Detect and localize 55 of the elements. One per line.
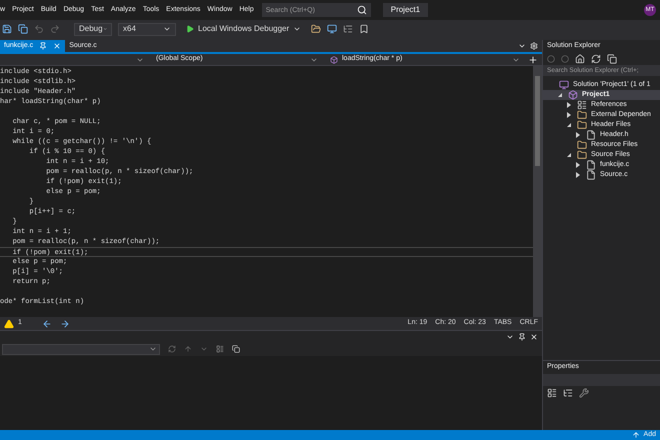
settings-icon[interactable] bbox=[530, 42, 538, 50]
undo-icon[interactable] bbox=[34, 24, 44, 34]
expanded-arrow-icon[interactable] bbox=[567, 123, 571, 127]
folder-icon bbox=[577, 110, 587, 120]
collapsed-arrow-icon[interactable] bbox=[567, 102, 571, 108]
scrollbar[interactable] bbox=[533, 66, 542, 317]
sync-icon[interactable] bbox=[591, 54, 601, 64]
collapsed-arrow-icon[interactable] bbox=[567, 112, 571, 118]
folder-icon[interactable] bbox=[311, 24, 322, 34]
file-icon bbox=[586, 170, 596, 180]
wrap-icon[interactable] bbox=[216, 345, 224, 353]
folder-icon bbox=[577, 150, 587, 160]
search-icon[interactable] bbox=[356, 5, 367, 15]
bookmark-icon[interactable] bbox=[359, 24, 370, 34]
upload-icon bbox=[632, 431, 640, 439]
collapsed-arrow-icon[interactable] bbox=[576, 172, 580, 178]
down-icon[interactable] bbox=[200, 345, 208, 353]
cube-icon bbox=[330, 56, 338, 64]
collapsed-arrow-icon[interactable] bbox=[576, 132, 580, 138]
up-icon[interactable] bbox=[184, 345, 192, 353]
copy-icon[interactable] bbox=[232, 345, 240, 353]
save-all-icon[interactable] bbox=[18, 24, 28, 34]
file-icon bbox=[586, 160, 596, 170]
collapsed-arrow-icon[interactable] bbox=[576, 162, 580, 168]
project-icon bbox=[568, 90, 578, 100]
pin-icon[interactable] bbox=[518, 332, 526, 340]
solution-icon bbox=[559, 80, 569, 90]
references-icon bbox=[577, 100, 587, 110]
warning-icon bbox=[4, 318, 14, 328]
categorized-icon[interactable] bbox=[547, 388, 557, 398]
folder-icon bbox=[577, 140, 587, 150]
configuration-dropdown[interactable]: Debug bbox=[74, 22, 112, 36]
project-title: Project1 bbox=[382, 3, 428, 17]
file-icon bbox=[586, 130, 596, 140]
dropdown-icon[interactable] bbox=[518, 42, 526, 50]
caret-icon bbox=[149, 345, 157, 353]
alphabetical-icon[interactable] bbox=[563, 388, 573, 398]
save-icon[interactable] bbox=[2, 24, 12, 34]
collapse-icon[interactable] bbox=[607, 54, 617, 64]
caret-icon bbox=[163, 25, 171, 33]
expanded-arrow-icon[interactable] bbox=[567, 153, 571, 157]
redo-icon[interactable] bbox=[50, 24, 60, 34]
expanded-arrow-icon[interactable] bbox=[558, 93, 562, 97]
window-icon[interactable] bbox=[327, 24, 338, 34]
run-button[interactable]: Local Windows Debugger bbox=[182, 23, 306, 35]
caret-icon bbox=[293, 25, 302, 33]
platform-dropdown[interactable]: x64 bbox=[118, 22, 176, 36]
hierarchy-icon[interactable] bbox=[343, 24, 354, 34]
caret-icon bbox=[102, 25, 107, 33]
wrench-icon[interactable] bbox=[579, 388, 589, 398]
folder-icon bbox=[577, 120, 587, 130]
split-icon[interactable] bbox=[528, 54, 538, 64]
close-icon[interactable] bbox=[530, 332, 538, 340]
home-icon[interactable] bbox=[575, 54, 585, 64]
play-icon bbox=[186, 25, 194, 33]
